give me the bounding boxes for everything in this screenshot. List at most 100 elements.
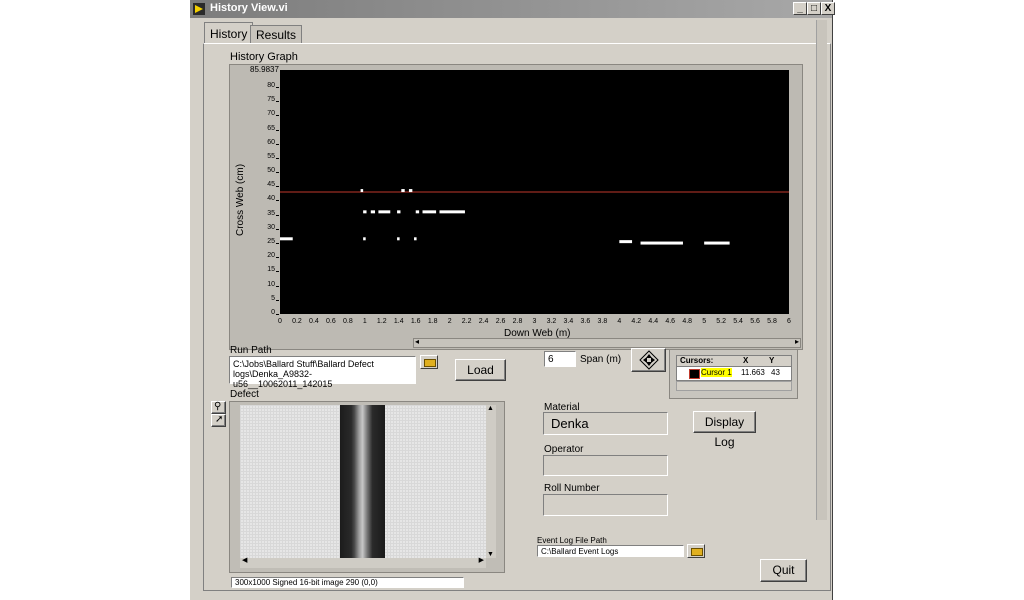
defect-mark — [619, 240, 633, 244]
defect-horizontal-scrollbar[interactable]: ◀ ▶ — [240, 556, 486, 568]
y-tick-label: 5 — [271, 294, 275, 302]
defect-mark — [422, 210, 437, 214]
y-tick-label: 50 — [267, 167, 275, 175]
defect-mark — [408, 189, 413, 193]
tab-results[interactable]: Results — [250, 25, 303, 44]
display-log-button[interactable]: Display Log — [693, 411, 756, 449]
run-path-browse-icon[interactable] — [420, 355, 438, 369]
defect-mark — [640, 241, 683, 245]
maximize-button[interactable]: □ — [807, 2, 821, 15]
cursor-legend[interactable]: Cursors: X Y Cursor 1 11.663 43 — [669, 349, 798, 399]
defect-mark — [397, 237, 400, 241]
graph-palette-button[interactable] — [631, 348, 666, 372]
y-tick-mark — [276, 299, 279, 301]
graph-horizontal-scrollbar[interactable]: ◂ ▸ — [413, 337, 801, 348]
defect-mark — [415, 210, 420, 214]
cursor-1-name[interactable]: Cursor 1 — [701, 368, 732, 377]
close-button[interactable]: X — [821, 2, 835, 15]
run-path-line-1: C:\Jobs\Ballard Stuff\Ballard Defect log… — [233, 359, 374, 379]
defect-mark — [704, 241, 730, 245]
scroll-left-icon[interactable]: ◂ — [415, 337, 419, 346]
y-tick-mark — [276, 143, 279, 145]
pan-diamond-icon — [639, 350, 659, 370]
x-tick-label: 6 — [787, 318, 791, 325]
defect-vertical-scrollbar[interactable]: ▲ ▼ — [486, 405, 496, 558]
defect-label: Defect — [230, 389, 259, 400]
history-plot-area[interactable] — [280, 70, 789, 314]
pointer-tool-button[interactable]: ➚ — [211, 414, 226, 427]
y-axis-max-label: 85.9837 — [250, 65, 279, 74]
defect-mark — [280, 237, 293, 241]
load-button[interactable]: Load — [455, 359, 506, 381]
history-plot-svg — [280, 189, 789, 245]
defect-mark — [363, 237, 366, 241]
defect-mark — [370, 210, 376, 214]
history-graph-label: History Graph — [230, 51, 298, 63]
cursor-1-x: 11.663 — [741, 368, 765, 377]
labview-icon — [193, 3, 205, 15]
cursor-table-header: Cursors: X Y — [677, 356, 791, 367]
y-tick-label: 0 — [271, 309, 275, 316]
operator-value — [543, 455, 668, 476]
quit-button[interactable]: Quit — [760, 559, 807, 582]
y-tick-mark — [276, 257, 279, 259]
cursor-header-x: X — [743, 356, 749, 365]
defect-mark — [414, 237, 417, 241]
scroll-left-small-icon[interactable]: ◀ — [242, 556, 247, 564]
scroll-right-icon[interactable]: ▸ — [795, 337, 799, 346]
y-axis-label: Cross Web (cm) — [235, 163, 246, 236]
defect-mark — [360, 189, 364, 193]
tab-history[interactable]: History — [204, 22, 254, 44]
span-input[interactable]: 6 — [544, 351, 576, 367]
event-log-browse-icon[interactable] — [687, 544, 705, 558]
y-tick-mark — [276, 228, 279, 230]
minimize-button[interactable]: _ — [793, 2, 807, 15]
window-title: History View.vi — [210, 2, 288, 14]
y-tick-label: 20 — [267, 252, 275, 260]
span-label: Span (m) — [580, 354, 622, 365]
defect-image — [340, 405, 385, 558]
vertical-scrollbar[interactable] — [816, 20, 827, 520]
cursor-table-scrollbar[interactable] — [676, 381, 792, 391]
y-tick-mark — [276, 285, 279, 287]
roll-number-value — [543, 494, 668, 516]
y-tick-mark — [276, 172, 279, 174]
y-tick-mark — [276, 129, 279, 131]
roll-number-label: Roll Number — [544, 483, 600, 494]
defect-mark — [401, 189, 405, 193]
y-tick-mark — [276, 214, 279, 216]
zoom-icon: ⚲ — [214, 401, 222, 412]
scroll-right-small-icon[interactable]: ▶ — [479, 556, 484, 564]
y-tick-mark — [276, 186, 279, 188]
zoom-tool-button[interactable]: ⚲ — [211, 401, 226, 414]
image-status-bar: 300x1000 Signed 16-bit image 290 (0,0) — [231, 577, 464, 588]
y-tick-label: 25 — [267, 238, 275, 246]
y-tick-label: 55 — [267, 152, 275, 160]
cursor-header-name: Cursors: — [680, 356, 714, 365]
material-value: Denka — [543, 412, 668, 435]
y-tick-mark — [276, 115, 279, 117]
cursor-table: Cursors: X Y Cursor 1 11.663 43 — [676, 355, 792, 381]
scroll-down-icon[interactable]: ▼ — [487, 551, 494, 558]
y-tick-label: 35 — [267, 209, 275, 217]
y-tick-label: 80 — [267, 81, 275, 89]
y-tick-mark — [276, 157, 279, 159]
cursor-1-y: 43 — [771, 368, 780, 377]
cursor-style-icon[interactable] — [689, 369, 700, 379]
defect-image-display[interactable] — [240, 405, 486, 558]
defect-mark — [439, 210, 465, 214]
scroll-up-icon[interactable]: ▲ — [487, 405, 494, 412]
y-tick-label: 15 — [267, 266, 275, 274]
defect-mark — [363, 210, 367, 214]
event-log-path-input[interactable]: C:\Ballard Event Logs — [537, 545, 684, 557]
y-tick-label: 45 — [267, 181, 275, 189]
y-tick-mark — [276, 200, 279, 202]
defect-mark — [378, 210, 391, 214]
run-path-input[interactable]: C:\Jobs\Ballard Stuff\Ballard Defect log… — [229, 356, 416, 389]
y-tick-label: 40 — [267, 195, 275, 203]
y-tick-mark — [276, 243, 279, 245]
y-tick-mark — [276, 86, 279, 88]
y-tick-label: 70 — [267, 110, 275, 118]
y-tick-label: 30 — [267, 223, 275, 231]
run-path-line-2: u56__10062011_142015 — [233, 379, 333, 389]
